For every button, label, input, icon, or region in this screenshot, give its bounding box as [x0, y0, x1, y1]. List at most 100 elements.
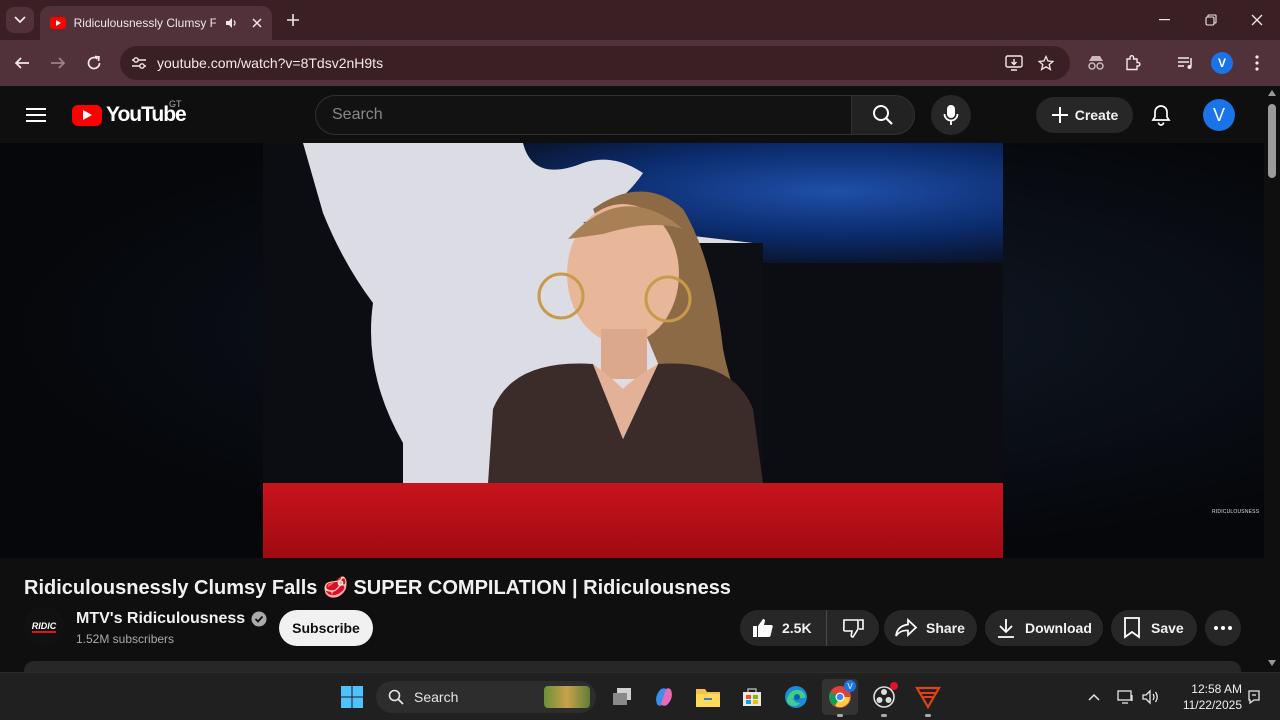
- more-actions-button[interactable]: [1205, 610, 1241, 646]
- folder-icon: [696, 689, 720, 707]
- channel-name: MTV's Ridiculousness: [76, 610, 246, 627]
- hamburger-icon: [26, 108, 46, 122]
- store-bag-icon: [743, 688, 761, 706]
- tab-title: Ridiculousnessly Clumsy Falls: [73, 16, 216, 30]
- country-code: GT: [169, 99, 182, 109]
- download-button[interactable]: Download: [985, 610, 1103, 646]
- incognito-extension-icon[interactable]: [1085, 52, 1107, 74]
- task-view-button[interactable]: [604, 679, 640, 715]
- bookmark-star-icon[interactable]: [1036, 53, 1056, 73]
- edge-icon: [785, 686, 807, 708]
- share-arrow-icon: [895, 618, 918, 637]
- volume-icon[interactable]: [1141, 687, 1161, 707]
- scroll-down-arrow-icon[interactable]: [1268, 660, 1276, 666]
- channel-avatar-text: RIDIC: [31, 621, 57, 633]
- search-input[interactable]: [315, 95, 852, 135]
- new-tab-button[interactable]: [282, 9, 304, 31]
- close-tab-icon[interactable]: [252, 18, 262, 28]
- windows-logo-icon: [341, 686, 363, 708]
- media-controls-icon[interactable]: [1175, 52, 1197, 74]
- scroll-thumb[interactable]: [1268, 104, 1276, 178]
- taskbar-search[interactable]: Search: [376, 681, 596, 713]
- like-dislike-group: 2.5K: [740, 610, 879, 646]
- browser-tab-active[interactable]: Ridiculousnessly Clumsy Falls: [40, 6, 272, 40]
- reload-button[interactable]: [81, 50, 107, 76]
- clock-time: 12:58 AM: [1191, 682, 1242, 696]
- copilot-icon: [656, 688, 672, 706]
- subscribe-button[interactable]: Subscribe: [279, 610, 373, 646]
- guide-menu-button[interactable]: [22, 102, 50, 128]
- channel-name-row[interactable]: MTV's Ridiculousness: [76, 610, 267, 628]
- search-icon: [873, 105, 893, 125]
- tune-icon: [132, 57, 146, 69]
- dislike-button[interactable]: [827, 610, 879, 646]
- verified-badge-icon: [251, 611, 267, 627]
- arrow-right-icon: [51, 57, 66, 69]
- clock-date: 11/22/2025: [1182, 698, 1242, 712]
- notification-center-icon[interactable]: [1244, 687, 1264, 707]
- more-menu-icon[interactable]: [1246, 52, 1268, 74]
- description-box[interactable]: [24, 661, 1241, 672]
- youtube-masthead: YouTube GT Create V: [0, 86, 1264, 143]
- copilot-app[interactable]: [646, 679, 682, 715]
- channel-avatar[interactable]: RIDIC: [24, 607, 64, 647]
- tab-search-button[interactable]: [6, 7, 34, 33]
- microphone-icon: [943, 105, 959, 125]
- chrome-browser-app[interactable]: V: [822, 679, 858, 717]
- minimize-button[interactable]: [1152, 8, 1176, 32]
- microsoft-store-app[interactable]: [734, 679, 770, 715]
- forward-button[interactable]: [45, 50, 71, 76]
- like-button[interactable]: 2.5K: [740, 610, 827, 646]
- windows-taskbar: Search V 12:58 AM 11/22/2025: [0, 672, 1280, 720]
- restore-button[interactable]: [1199, 8, 1223, 32]
- create-button[interactable]: Create: [1036, 97, 1133, 133]
- taskbar-search-label: Search: [414, 689, 459, 705]
- file-explorer-app[interactable]: [690, 679, 726, 715]
- save-label: Save: [1151, 620, 1184, 636]
- browser-toolbar: youtube.com/watch?v=8Tdsv2nH9ts V: [0, 40, 1280, 86]
- network-icon[interactable]: [1116, 687, 1136, 707]
- system-clock[interactable]: 12:58 AM 11/22/2025: [1170, 681, 1242, 713]
- search-button[interactable]: [851, 95, 915, 135]
- url-text: youtube.com/watch?v=8Tdsv2nH9ts: [157, 55, 384, 71]
- scroll-up-arrow-icon[interactable]: [1268, 90, 1276, 96]
- more-horizontal-icon: [1214, 626, 1232, 630]
- save-button[interactable]: Save: [1111, 610, 1197, 646]
- site-info-button[interactable]: [123, 49, 155, 77]
- voice-search-button[interactable]: [931, 95, 971, 135]
- audio-playing-icon[interactable]: [224, 16, 238, 30]
- show-hidden-icons-button[interactable]: [1084, 687, 1104, 707]
- notifications-button[interactable]: [1145, 99, 1177, 131]
- bookmark-icon: [1124, 617, 1140, 639]
- youtube-page: YouTube GT Create V: [0, 86, 1264, 672]
- account-avatar[interactable]: V: [1203, 99, 1235, 131]
- back-button[interactable]: [9, 50, 35, 76]
- plus-icon: [1051, 107, 1068, 123]
- security-app[interactable]: [910, 679, 946, 717]
- start-button[interactable]: [334, 679, 370, 715]
- address-bar[interactable]: youtube.com/watch?v=8Tdsv2nH9ts: [120, 46, 1070, 80]
- recording-dot-icon: [890, 682, 898, 690]
- plus-icon: [287, 14, 299, 26]
- video-player[interactable]: RIDICULOUSNESS: [0, 143, 1264, 558]
- arrow-left-icon: [14, 57, 29, 69]
- obs-app[interactable]: [866, 679, 902, 717]
- share-label: Share: [926, 620, 965, 636]
- page-scrollbar[interactable]: [1264, 86, 1280, 672]
- download-icon: [998, 619, 1014, 638]
- red-sofa: [263, 483, 1003, 558]
- close-window-button[interactable]: [1245, 8, 1269, 32]
- share-button[interactable]: Share: [884, 610, 977, 646]
- create-label: Create: [1074, 107, 1119, 123]
- install-app-icon[interactable]: [1004, 53, 1024, 73]
- task-view-icon: [613, 688, 631, 705]
- youtube-favicon-icon: [50, 17, 66, 29]
- edge-browser-app[interactable]: [778, 679, 814, 715]
- extensions-puzzle-icon[interactable]: [1122, 52, 1144, 74]
- search-highlight-icon: [544, 686, 590, 708]
- search-icon: [388, 689, 404, 705]
- thumbs-down-icon: [842, 619, 864, 638]
- browser-profile-avatar[interactable]: V: [1211, 52, 1233, 74]
- thumbs-up-icon: [753, 619, 773, 637]
- chevron-down-icon: [14, 16, 26, 24]
